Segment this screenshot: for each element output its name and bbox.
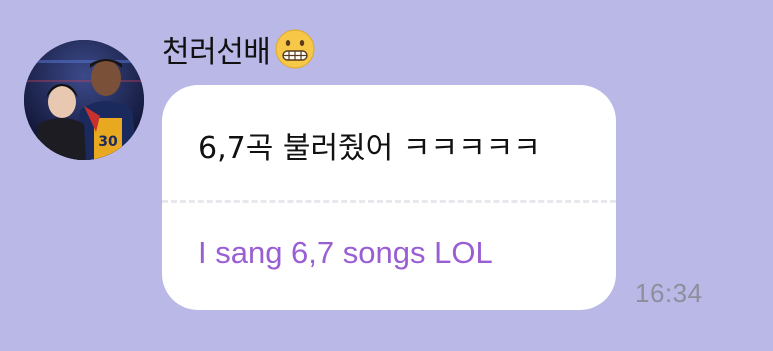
- avatar-photo: 30: [24, 40, 144, 160]
- grimacing-face-emoji-icon: [275, 29, 315, 69]
- sender-avatar[interactable]: 30: [24, 40, 144, 160]
- svg-text:30: 30: [98, 134, 118, 150]
- message-translated-text: I sang 6,7 songs LOL: [198, 235, 493, 270]
- message-original-text: 6,7곡 불러줬어 ㅋㅋㅋㅋㅋ: [198, 131, 541, 166]
- message-bubble[interactable]: 6,7곡 불러줬어 ㅋㅋㅋㅋㅋ I sang 6,7 songs LOL: [162, 85, 616, 310]
- sender-name[interactable]: 천러선배: [162, 27, 271, 71]
- message-timestamp: 16:34: [635, 278, 703, 308]
- translation-divider: [162, 200, 616, 203]
- sender-row: 천러선배: [162, 28, 316, 70]
